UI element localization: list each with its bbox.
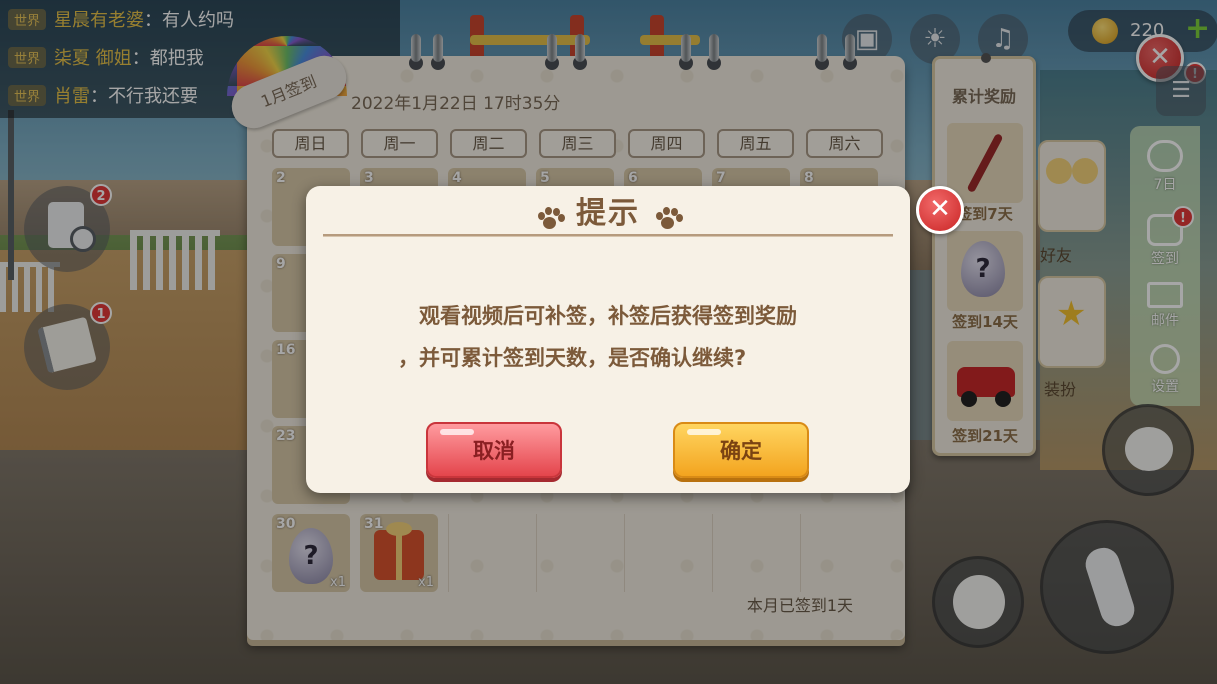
- paw-toe: [544, 206, 552, 215]
- button-shine: [440, 429, 474, 435]
- paw-toe: [676, 213, 684, 222]
- paw-pad: [661, 216, 675, 229]
- paw-toe: [557, 213, 565, 222]
- paw-toe: [663, 206, 671, 215]
- confirm-dialog: 提示 观看视频后可补签，补签后获得签到奖励 ，并可累计签到天数，是否确认继续? …: [306, 186, 910, 493]
- paw-icon: [535, 206, 565, 232]
- button-shine: [687, 429, 721, 435]
- cancel-button[interactable]: 取消: [426, 422, 562, 478]
- dialog-divider: [323, 234, 893, 237]
- dialog-message-line-2: ，并可累计签到天数，是否确认继续?: [398, 346, 747, 370]
- dialog-message-line-1: 观看视频后可补签，补签后获得签到奖励: [419, 304, 797, 328]
- paw-toe: [656, 211, 664, 220]
- close-icon: ✕: [929, 194, 951, 224]
- paw-toe: [537, 211, 545, 220]
- confirm-label: 确定: [720, 439, 762, 463]
- dialog-title: 提示: [576, 196, 640, 231]
- paw-pad: [542, 216, 556, 229]
- cancel-label: 取消: [473, 439, 515, 463]
- confirm-button[interactable]: 确定: [673, 422, 809, 478]
- dialog-header: 提示: [306, 194, 910, 234]
- dialog-close-button[interactable]: ✕: [916, 186, 964, 234]
- paw-icon: [653, 206, 684, 232]
